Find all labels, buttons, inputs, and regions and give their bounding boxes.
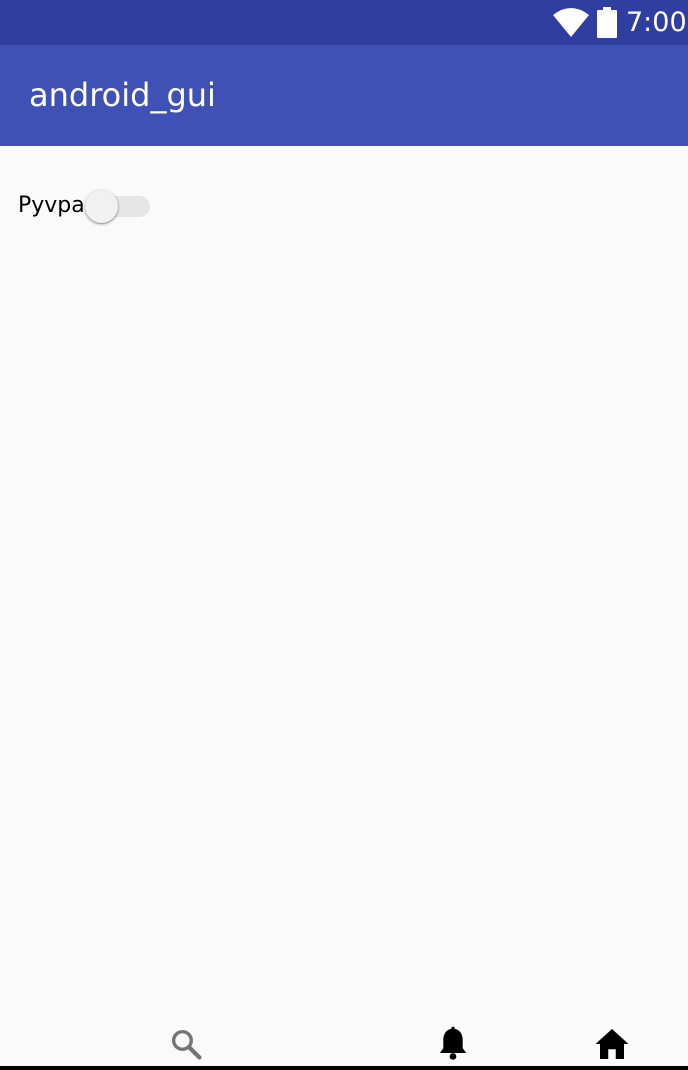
toggle-switch-thumb[interactable] xyxy=(85,190,118,223)
page-title: android_gui xyxy=(29,76,216,114)
wifi-icon xyxy=(553,8,589,37)
nav-search-button[interactable] xyxy=(166,1024,206,1064)
status-clock: 7:00 xyxy=(626,7,687,38)
bottom-navigation xyxy=(0,1020,688,1066)
status-bar: 7:00 xyxy=(0,0,688,45)
switch-label: Pyvpa xyxy=(18,193,85,218)
navigation-bar-edge xyxy=(0,1066,688,1070)
battery-icon xyxy=(597,7,617,38)
home-icon xyxy=(595,1029,629,1059)
bell-icon xyxy=(439,1026,467,1060)
nav-home-button[interactable] xyxy=(592,1024,632,1064)
search-icon xyxy=(171,1029,202,1060)
app-bar: android_gui xyxy=(0,45,688,146)
nav-notifications-button[interactable] xyxy=(433,1024,473,1064)
